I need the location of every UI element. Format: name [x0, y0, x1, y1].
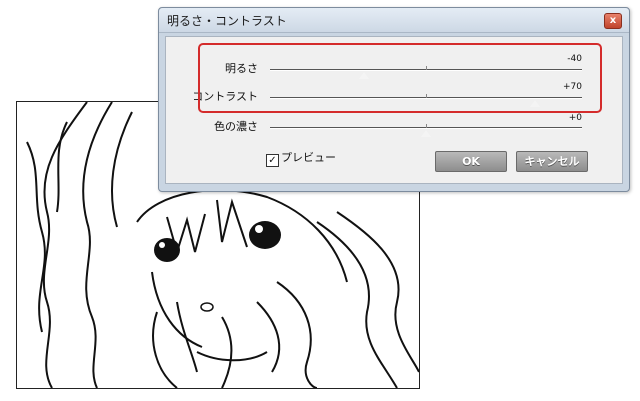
highlight-box: [198, 43, 602, 113]
saturation-slider-thumb[interactable]: [420, 129, 432, 138]
preview-checkbox[interactable]: ✓: [266, 154, 279, 167]
preview-checkbox-row[interactable]: ✓ プレビュー: [266, 149, 336, 167]
dialog-body: 明るさ -40 コントラスト +70 色の濃さ +0 ✓ プレビュー OK キャン…: [165, 36, 623, 184]
dialog-titlebar[interactable]: 明るさ・コントラスト x: [159, 8, 629, 33]
saturation-center-tick: [426, 124, 427, 128]
saturation-label: 色の濃さ: [214, 120, 258, 133]
brightness-contrast-dialog: 明るさ・コントラスト x 明るさ -40 コントラスト +70 色の濃さ +0 …: [158, 7, 630, 192]
dialog-title: 明るさ・コントラスト: [167, 14, 287, 28]
ok-button[interactable]: OK: [435, 151, 507, 172]
cancel-button[interactable]: キャンセル: [516, 151, 588, 172]
saturation-value: +0: [568, 113, 582, 123]
preview-label: プレビュー: [281, 151, 336, 164]
close-icon[interactable]: x: [604, 13, 622, 29]
